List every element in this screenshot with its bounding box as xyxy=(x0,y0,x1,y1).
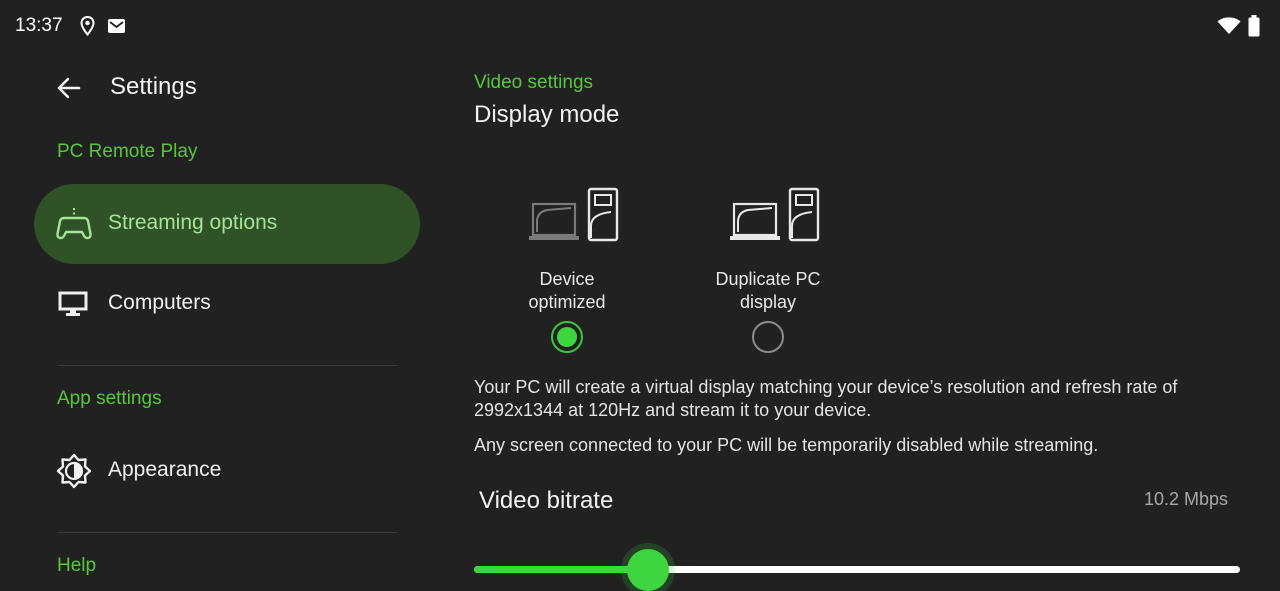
display-mode-duplicate-pc-display[interactable]: Duplicate PC display xyxy=(688,180,848,360)
sidebar-item-computers[interactable]: Computers xyxy=(34,264,420,344)
mail-icon xyxy=(107,18,126,39)
status-time: 13:37 xyxy=(15,15,63,36)
nav-divider xyxy=(57,365,397,366)
wifi-icon xyxy=(1217,17,1241,40)
sidebar-item-streaming-options[interactable]: Streaming options xyxy=(34,184,420,264)
duplicate-pc-display-radio[interactable] xyxy=(752,321,784,353)
video-bitrate-label: Video bitrate xyxy=(479,487,614,514)
location-icon xyxy=(80,15,95,41)
display-mode-option-label: Duplicate PC display xyxy=(715,269,821,312)
section-label-help: Help xyxy=(57,555,97,576)
brightness-icon xyxy=(56,453,92,489)
device-optimized-radio[interactable] xyxy=(551,321,583,353)
laptop-tower-icon xyxy=(728,186,820,244)
status-bar: 13:37 xyxy=(0,0,1280,52)
back-button[interactable] xyxy=(55,74,83,102)
section-label-pc-remote-play: PC Remote Play xyxy=(57,141,198,162)
section-label-video-settings: Video settings xyxy=(474,72,594,93)
battery-icon xyxy=(1248,15,1260,42)
gamepad-icon xyxy=(56,206,92,242)
slider-fill xyxy=(474,566,648,573)
sidebar-item-label: Computers xyxy=(108,291,211,314)
nav-divider xyxy=(57,532,397,533)
display-mode-title: Display mode xyxy=(474,101,620,128)
arrow-left-icon xyxy=(57,77,81,99)
section-label-app-settings: App settings xyxy=(57,388,162,409)
display-mode-option-label: Device optimized xyxy=(528,269,606,312)
monitor-icon xyxy=(56,286,92,322)
sidebar-item-label: Streaming options xyxy=(108,211,278,234)
video-bitrate-value: 10.2 Mbps xyxy=(1143,489,1228,509)
slider-thumb[interactable] xyxy=(626,549,669,591)
display-mode-device-optimized[interactable]: Device optimized xyxy=(487,180,647,360)
display-mode-description: Your PC will create a virtual display ma… xyxy=(474,377,1178,420)
sidebar-item-appearance[interactable]: Appearance xyxy=(34,431,420,511)
sidebar-item-label: Appearance xyxy=(108,458,222,481)
display-mode-warning: Any screen connected to your PC will be … xyxy=(474,435,1099,455)
laptop-tower-icon xyxy=(527,186,619,244)
page-title: Settings xyxy=(110,73,197,100)
video-bitrate-slider[interactable] xyxy=(474,548,1240,591)
